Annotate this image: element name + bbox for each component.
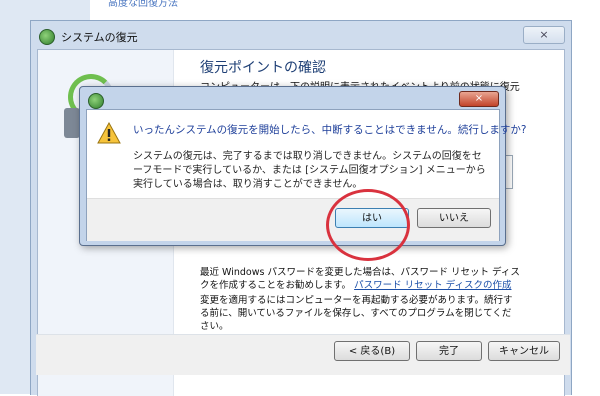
system-restore-icon [39, 29, 55, 45]
warning-icon [97, 122, 121, 144]
page-title: 復元ポイントの確認 [200, 60, 326, 76]
back-button[interactable]: < 戻る(B) [334, 341, 410, 361]
window-titlebar: システムの復元 [39, 28, 138, 46]
window-close-button[interactable]: × [523, 26, 565, 44]
background-link[interactable]: 高度な回復方法 [108, 0, 178, 9]
restart-note: 変更を適用するにはコンピューターを再起動する必要があります。続行する前に、開いて… [200, 295, 513, 332]
finish-button[interactable]: 完了 [416, 341, 482, 361]
computer-icon [64, 108, 80, 138]
confirm-dialog: × いったんシステムの復元を開始したら、中断することはできません。続行しますか?… [79, 86, 527, 246]
password-note: 最近 Windows パスワードを変更した場合は、パスワード リセット ディスク… [200, 266, 520, 292]
dialog-close-button[interactable]: × [459, 91, 499, 107]
window-title: システムの復元 [61, 31, 138, 44]
dialog-question: いったんシステムの復元を開始したら、中断することはできません。続行しますか? [133, 124, 527, 136]
wizard-footer: < 戻る(B) 完了 キャンセル [36, 334, 570, 375]
dialog-button-bar: はい いいえ [87, 198, 499, 241]
system-restore-icon [88, 93, 104, 109]
highlight-circle [326, 189, 410, 261]
password-reset-link[interactable]: パスワード リセット ディスクの作成 [354, 280, 511, 291]
dialog-detail: システムの復元は、完了するまでは取り消しできません。システムの回復をセーフモード… [133, 151, 486, 190]
dialog-content: いったんシステムの復元を開始したら、中断することはできません。続行しますか? シ… [86, 109, 527, 241]
cancel-button[interactable]: キャンセル [488, 341, 560, 361]
no-button[interactable]: いいえ [417, 208, 491, 228]
